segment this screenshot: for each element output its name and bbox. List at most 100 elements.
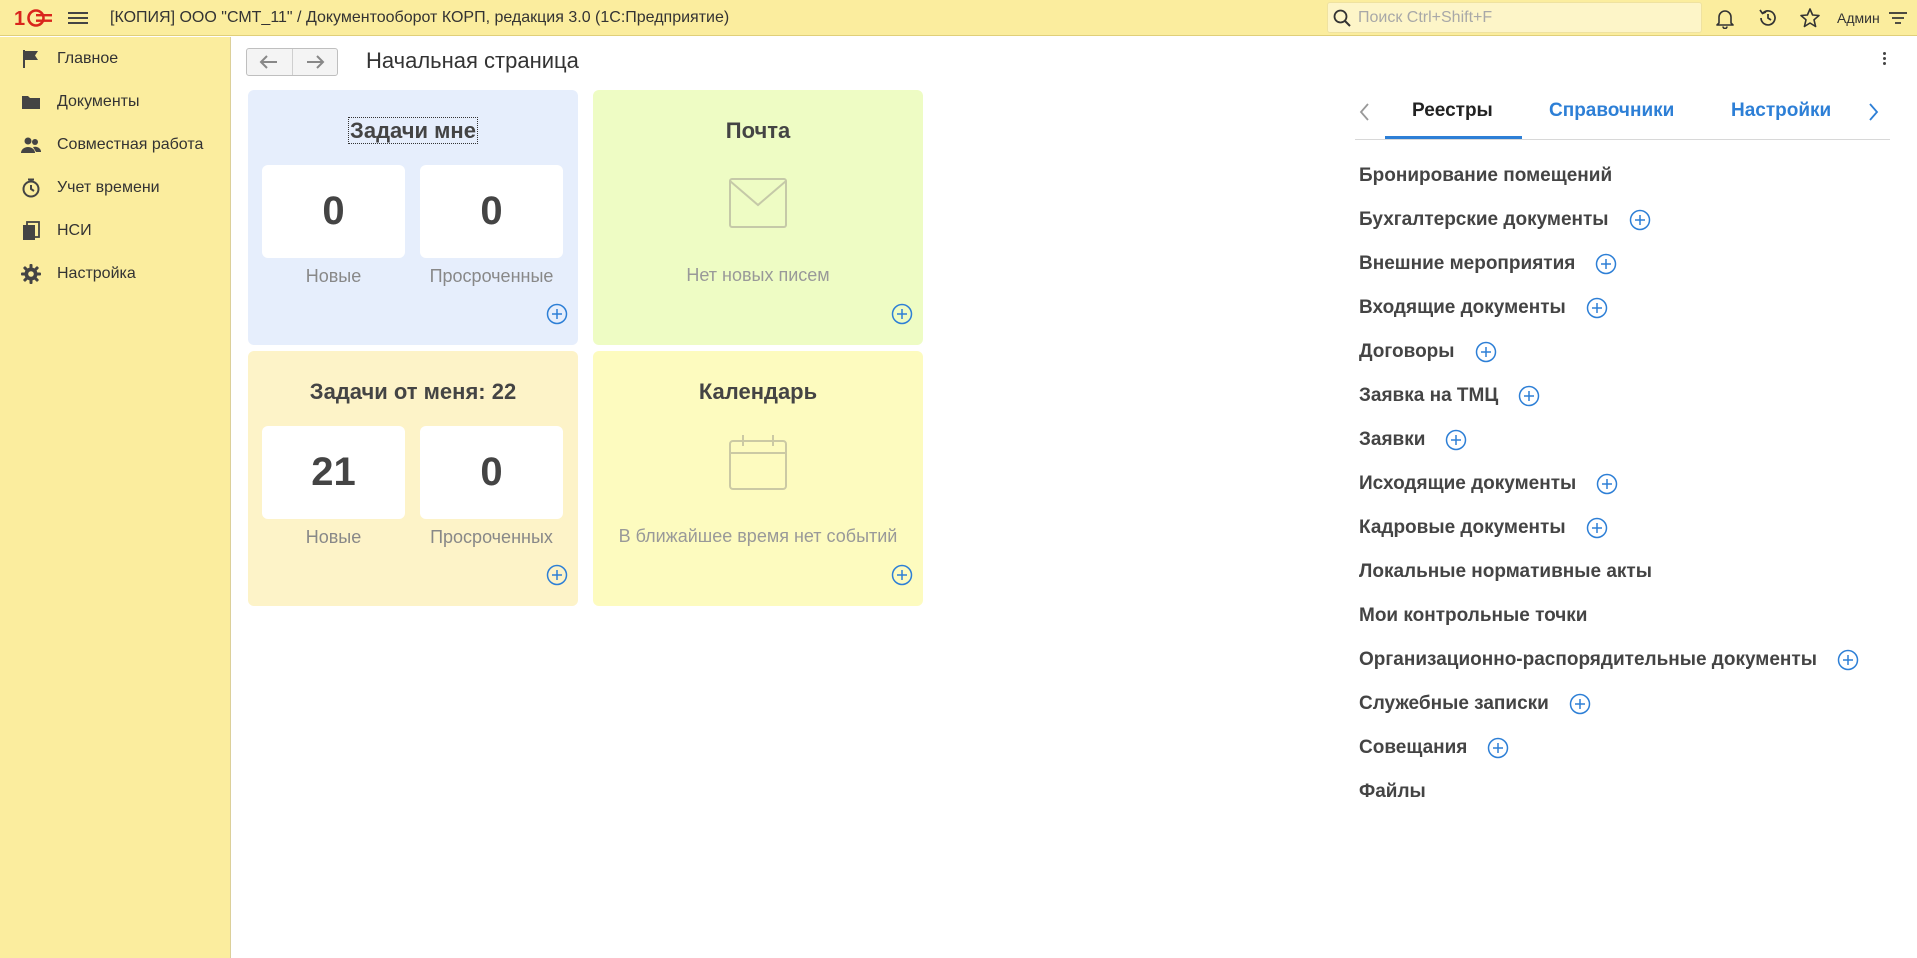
- search-box[interactable]: [1327, 2, 1702, 33]
- sidebar-item-label: Настройка: [57, 264, 136, 282]
- tile-tasks-from-me[interactable]: Задачи от меня: 22 21 0 Новые Просроченн…: [248, 351, 578, 606]
- overdue-tasks-count[interactable]: 0: [420, 426, 563, 519]
- books-icon: [23, 220, 40, 240]
- calendar-icon: [729, 435, 787, 490]
- overdue-tasks-count[interactable]: 0: [420, 165, 563, 258]
- add-circle-icon[interactable]: [1629, 209, 1651, 231]
- add-circle-icon[interactable]: [1596, 473, 1618, 495]
- sidebar-item-label: Главное: [57, 49, 119, 67]
- registry-link[interactable]: Служебные записки: [1359, 693, 1549, 715]
- registry-link[interactable]: Внешние мероприятия: [1359, 253, 1575, 275]
- list-item: Бухгалтерские документы: [1359, 198, 1859, 242]
- tab-registries[interactable]: Реестры: [1412, 100, 1493, 122]
- add-circle-icon[interactable]: [1475, 341, 1497, 363]
- active-tab-indicator: [1385, 136, 1522, 139]
- more-actions-icon[interactable]: [1880, 50, 1888, 70]
- sidebar-item-label: Совместная работа: [57, 135, 204, 153]
- list-item: Совещания: [1359, 726, 1859, 770]
- registry-link[interactable]: Входящие документы: [1359, 297, 1566, 319]
- gear-icon: [21, 263, 41, 284]
- add-event-icon[interactable]: [891, 564, 913, 586]
- chevron-right-icon[interactable]: [1863, 100, 1883, 124]
- search-input[interactable]: [1358, 8, 1688, 27]
- tile-tasks-to-me[interactable]: Задачи мне 0 0 Новые Просроченные: [248, 90, 578, 345]
- tab-settings[interactable]: Настройки: [1731, 100, 1831, 122]
- list-item: Файлы: [1359, 770, 1859, 814]
- top-bar: 1 [КОПИЯ] ООО "СМТ_11" / Документооборот…: [0, 0, 1917, 36]
- list-item: Кадровые документы: [1359, 506, 1859, 550]
- envelope-icon: [729, 178, 787, 228]
- stopwatch-icon: [22, 178, 40, 197]
- history-nav: [246, 48, 338, 76]
- app-title: [КОПИЯ] ООО "СМТ_11" / Документооборот К…: [110, 9, 730, 26]
- star-icon[interactable]: [1799, 7, 1821, 29]
- new-label: Новые: [305, 266, 362, 286]
- tile-mail[interactable]: Почта Нет новых писем: [593, 90, 923, 345]
- registry-link[interactable]: Бухгалтерские документы: [1359, 209, 1609, 231]
- registry-link[interactable]: Заявка на ТМЦ: [1359, 385, 1498, 407]
- add-circle-icon[interactable]: [1518, 385, 1540, 407]
- list-item: Локальные нормативные акты: [1359, 550, 1859, 594]
- add-circle-icon[interactable]: [1595, 253, 1617, 275]
- calendar-message: В ближайшее время нет событий: [618, 526, 898, 546]
- flag-icon: [23, 49, 38, 68]
- list-item: Входящие документы: [1359, 286, 1859, 330]
- sidebar-item-time-tracking[interactable]: Учет времени: [0, 166, 230, 209]
- main-menu-icon[interactable]: [68, 9, 88, 27]
- search-icon: [1333, 9, 1351, 27]
- new-label: Новые: [305, 527, 362, 547]
- list-item: Мои контрольные точки: [1359, 594, 1859, 638]
- chevron-left-icon[interactable]: [1355, 100, 1375, 124]
- add-circle-icon[interactable]: [1569, 693, 1591, 715]
- folder-icon: [22, 95, 40, 109]
- sidebar-item-settings[interactable]: Настройка: [0, 252, 230, 295]
- registries-list: Бронирование помещений Бухгалтерские доку…: [1359, 154, 1859, 814]
- tile-title[interactable]: Задачи мне: [248, 117, 578, 144]
- add-circle-icon[interactable]: [1586, 517, 1608, 539]
- bell-icon[interactable]: [1714, 7, 1736, 29]
- registry-link[interactable]: Локальные нормативные акты: [1359, 561, 1652, 583]
- registry-link[interactable]: Заявки: [1359, 429, 1425, 451]
- add-task-icon[interactable]: [546, 564, 568, 586]
- add-task-icon[interactable]: [546, 303, 568, 325]
- list-item: Служебные записки: [1359, 682, 1859, 726]
- tile-title[interactable]: Задачи от меня: 22: [248, 379, 578, 405]
- list-item: Исходящие документы: [1359, 462, 1859, 506]
- tile-title[interactable]: Почта: [593, 118, 923, 144]
- registry-link[interactable]: Организационно-распорядительные документ…: [1359, 649, 1817, 671]
- add-circle-icon[interactable]: [1837, 649, 1859, 671]
- add-circle-icon[interactable]: [1487, 737, 1509, 759]
- tile-title[interactable]: Календарь: [593, 379, 923, 405]
- registry-link[interactable]: Бронирование помещений: [1359, 165, 1612, 187]
- 1c-logo-icon[interactable]: 1: [14, 6, 54, 30]
- registry-link[interactable]: Договоры: [1359, 341, 1455, 363]
- sidebar-item-nsi[interactable]: НСИ: [0, 209, 230, 252]
- registry-link[interactable]: Совещания: [1359, 737, 1467, 759]
- back-button[interactable]: [247, 49, 292, 75]
- svg-text:1: 1: [14, 8, 25, 30]
- registry-link[interactable]: Мои контрольные точки: [1359, 605, 1587, 627]
- registry-link[interactable]: Файлы: [1359, 781, 1426, 803]
- sidebar-item-collaboration[interactable]: Совместная работа: [0, 123, 230, 166]
- user-name[interactable]: Админ: [1837, 10, 1880, 26]
- add-mail-icon[interactable]: [891, 303, 913, 325]
- sidebar-item-label: НСИ: [57, 221, 92, 239]
- add-circle-icon[interactable]: [1586, 297, 1608, 319]
- new-tasks-count[interactable]: 21: [262, 426, 405, 519]
- new-tasks-count[interactable]: 0: [262, 165, 405, 258]
- registry-link[interactable]: Исходящие документы: [1359, 473, 1576, 495]
- sidebar-item-documents[interactable]: Документы: [0, 80, 230, 123]
- list-item: Заявки: [1359, 418, 1859, 462]
- people-icon: [21, 137, 42, 153]
- history-icon[interactable]: [1757, 7, 1779, 29]
- sidebar-item-main[interactable]: Главное: [0, 37, 230, 80]
- tile-calendar[interactable]: Календарь В ближайшее время нет событий: [593, 351, 923, 606]
- forward-button[interactable]: [291, 49, 337, 75]
- list-item: Заявка на ТМЦ: [1359, 374, 1859, 418]
- settings-lines-icon[interactable]: [1887, 7, 1909, 29]
- arrow-right-icon: [306, 55, 325, 69]
- right-panel-tabs: Реестры Справочники Настройки: [1355, 92, 1890, 140]
- add-circle-icon[interactable]: [1445, 429, 1467, 451]
- registry-link[interactable]: Кадровые документы: [1359, 517, 1566, 539]
- tab-catalogs[interactable]: Справочники: [1549, 100, 1674, 122]
